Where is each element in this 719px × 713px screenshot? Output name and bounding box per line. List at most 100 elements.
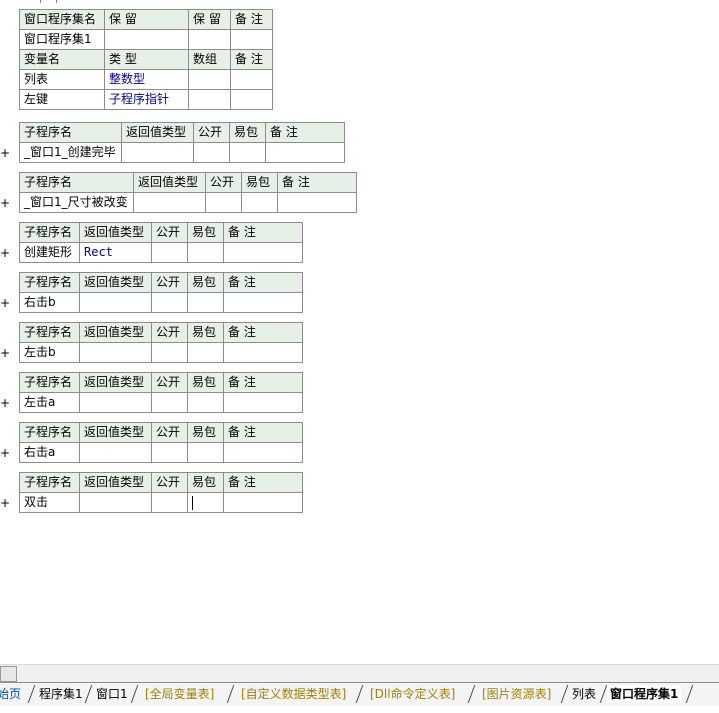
sub-note-cell[interactable] [223,342,303,363]
sub-public-cell[interactable] [151,292,188,313]
sub-header-return-type: 返回值类型 [79,272,152,293]
var-note-cell[interactable] [230,69,273,90]
var-array-cell[interactable] [188,89,231,110]
sub-note-cell[interactable] [223,392,303,413]
sub-return-type-cell[interactable] [121,142,194,163]
sub-header-row: 子程序名 返回值类型 公开 易包 备 注 [19,122,345,143]
scroll-left-button[interactable] [0,666,17,682]
sub-name-cell[interactable]: 左击b [19,342,80,363]
tab-dll-commands[interactable]: [Dll命令定义表] [367,685,458,703]
tab-window-1[interactable]: 窗口1 [93,685,131,703]
expand-icon[interactable]: + [0,297,10,309]
tab-start-page[interactable]: 始页 [0,685,24,703]
sub-name-cell[interactable]: _窗口1_尺寸被改变 [19,192,134,213]
tab-global-vars[interactable]: [全局变量表] [142,685,217,703]
sub-header-name: 子程序名 [19,272,80,293]
module-name-cell[interactable]: 窗口程序集1 [19,29,105,50]
var-name-cell[interactable]: 左键 [19,89,105,110]
sub-row: _窗口1_尺寸被改变 [19,192,357,213]
sub-note-cell[interactable] [277,192,357,213]
var-name-cell[interactable]: 列表 [19,69,105,90]
sub-return-type-cell[interactable] [79,492,152,513]
var-header-name: 变量名 [19,49,105,70]
sub-note-cell[interactable] [223,242,303,263]
sub-public-cell[interactable] [151,242,188,263]
module-note-cell[interactable] [230,29,273,50]
sub-return-type-cell[interactable] [79,342,152,363]
sub-name-cell[interactable]: 双击 [19,492,80,513]
sub-note-cell[interactable] [223,492,303,513]
sub-header-note: 备 注 [223,372,303,393]
tab-custom-types[interactable]: [自定义数据类型表] [238,685,349,703]
module-row: 窗口程序集1 [19,29,273,50]
tab-window-module-1[interactable]: 窗口程序集1 [607,685,682,703]
sub-note-cell[interactable] [265,142,345,163]
sub-easy-pack-cell[interactable] [187,342,224,363]
sub-return-type-cell[interactable] [79,292,152,313]
sub-header-public: 公开 [205,172,242,193]
tab-image-resources[interactable]: [图片资源表] [479,685,554,703]
var-type-cell[interactable]: 子程序指针 [104,89,189,110]
sub-table: 子程序名 返回值类型 公开 易包 备 注 左击a [19,372,303,413]
tab-module-1[interactable]: 程序集1 [36,685,86,703]
sub-public-cell[interactable] [151,342,188,363]
tab-separator [84,685,93,703]
sub-header-note: 备 注 [265,122,345,143]
sub-row: 左击b [19,342,303,363]
sub-easy-pack-cell[interactable] [187,442,224,463]
expand-icon[interactable]: + [0,397,10,409]
sub-easy-pack-cell[interactable] [187,292,224,313]
module-reserved-cell-1[interactable] [104,29,189,50]
sub-header-name: 子程序名 [19,122,122,143]
sub-easy-pack-cell[interactable] [241,192,278,213]
tab-separator [560,685,569,703]
sub-return-type-cell[interactable]: Rect [79,242,152,263]
expand-icon[interactable]: + [0,497,10,509]
sub-easy-pack-cell[interactable] [187,242,224,263]
sub-row: 右击a [19,442,303,463]
expand-icon[interactable]: + [0,147,10,159]
expand-icon[interactable]: + [0,247,10,259]
top-edge [0,0,719,3]
module-header-reserved-1: 保 留 [104,9,189,30]
sub-header-easy-pack: 易包 [187,472,224,493]
expand-icon[interactable]: + [0,447,10,459]
sub-public-cell[interactable] [151,442,188,463]
module-reserved-cell-2[interactable] [188,29,231,50]
sub-header-row: 子程序名 返回值类型 公开 易包 备 注 [19,222,303,243]
var-note-cell[interactable] [230,89,273,110]
sub-return-type-cell[interactable] [133,192,206,213]
sub-public-cell[interactable] [193,142,230,163]
sub-header-name: 子程序名 [19,222,80,243]
sub-name-cell[interactable]: 右击b [19,292,80,313]
sub-easy-pack-cell[interactable] [229,142,266,163]
horizontal-scrollbar[interactable] [0,664,719,682]
sub-note-cell[interactable] [223,292,303,313]
expand-icon[interactable]: + [0,347,10,359]
sub-easy-pack-cell[interactable] [187,392,224,413]
sub-name-cell[interactable]: 右击a [19,442,80,463]
sub-public-cell[interactable] [151,492,188,513]
sub-name-cell[interactable]: 创建矩形 [19,242,80,263]
module-header-note: 备 注 [230,9,273,30]
sub-return-type-cell[interactable] [79,442,152,463]
sub-header-public: 公开 [151,222,188,243]
tab-list[interactable]: 列表 [569,685,599,703]
sub-name-cell[interactable]: _窗口1_创建完毕 [19,142,122,163]
tab-separator [130,685,139,703]
module-table: 窗口程序集名 保 留 保 留 备 注 窗口程序集1 变量名 类 型 数组 备 注… [19,9,273,110]
sub-header-name: 子程序名 [19,172,134,193]
var-array-cell[interactable] [188,69,231,90]
sub-header-row: 子程序名 返回值类型 公开 易包 备 注 [19,172,357,193]
sub-name-cell[interactable]: 左击a [19,392,80,413]
expand-icon[interactable]: + [0,197,10,209]
var-type-cell[interactable]: 整数型 [104,69,189,90]
sub-return-type-cell[interactable] [79,392,152,413]
sub-header-public: 公开 [151,472,188,493]
sub-public-cell[interactable] [151,392,188,413]
sub-header-note: 备 注 [223,272,303,293]
sub-easy-pack-cell[interactable] [187,492,224,513]
sub-note-cell[interactable] [223,442,303,463]
sub-public-cell[interactable] [205,192,242,213]
module-header-reserved-2: 保 留 [188,9,231,30]
